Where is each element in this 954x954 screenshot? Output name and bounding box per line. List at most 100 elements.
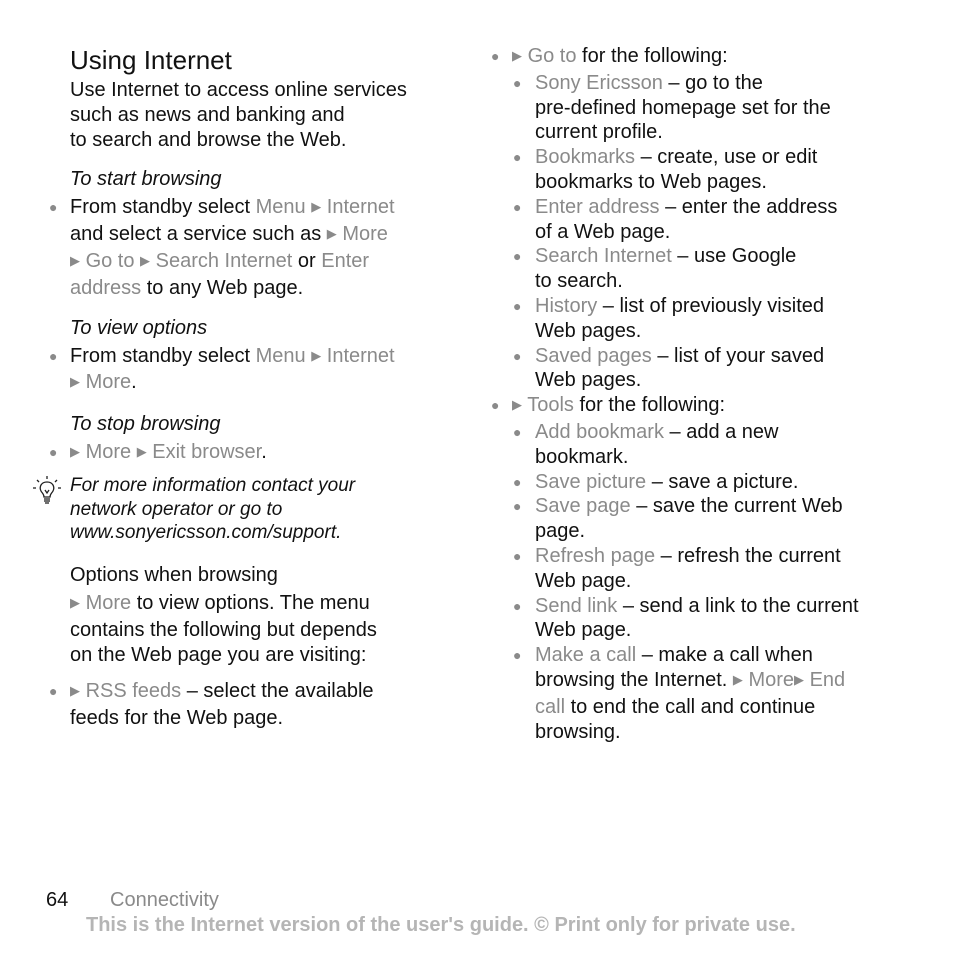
heading-view-options: To view options bbox=[70, 316, 208, 339]
menu-path-more: More bbox=[85, 441, 132, 464]
menu-path-end-call: End bbox=[809, 668, 846, 691]
menu-item-label: Refresh page bbox=[535, 544, 656, 567]
text: – list of your saved bbox=[651, 344, 825, 367]
sublist-item: ● Search Internet – use Google to search. bbox=[488, 244, 908, 294]
options-section: Options when browsing ▶ More to view opt… bbox=[70, 562, 470, 667]
arrow-icon: ▶ bbox=[512, 397, 522, 413]
sublist-item: ● Saved pages – list of your saved Web pag… bbox=[488, 344, 908, 394]
heading-start-browsing: To start browsing bbox=[70, 168, 222, 191]
bullet-icon: ● bbox=[513, 498, 522, 515]
text: for the following: bbox=[576, 45, 728, 67]
list-item-start: ● From standby select Menu ▶ Internet an… bbox=[49, 195, 470, 300]
text: – select the available bbox=[181, 680, 374, 702]
arrow-icon: ▶ bbox=[140, 252, 151, 268]
sublist-item: ● Add bookmark – add a new bookmark. bbox=[488, 420, 908, 470]
heading-options-when-browsing: Options when browsing bbox=[70, 564, 278, 586]
text: – save a picture. bbox=[646, 470, 799, 493]
sublist-item: ● History – list of previously visited Web… bbox=[488, 294, 908, 344]
bullet-icon: ● bbox=[513, 74, 522, 91]
text: From standby select bbox=[70, 344, 256, 367]
arrow-icon: ▶ bbox=[70, 444, 80, 460]
arrow-icon: ▶ bbox=[70, 683, 80, 698]
bullet-icon: ● bbox=[513, 473, 522, 490]
text: and select a service such as bbox=[70, 223, 327, 246]
text: – send a link to the current bbox=[617, 594, 859, 617]
bullet-icon: ● bbox=[49, 347, 58, 364]
text: on the Web page you are visiting: bbox=[70, 643, 367, 666]
text: of a Web page. bbox=[535, 220, 671, 243]
menu-path-more: More bbox=[342, 223, 388, 246]
page-number: 64 bbox=[46, 889, 69, 911]
menu-path-rss-feeds: RSS feeds bbox=[85, 680, 182, 702]
bullet-icon: ● bbox=[513, 297, 522, 314]
text: or bbox=[292, 249, 322, 272]
menu-item-label: History bbox=[535, 294, 598, 317]
text: From standby select bbox=[70, 196, 256, 219]
text: to end the call and continue bbox=[565, 695, 816, 718]
arrow-icon: ▶ bbox=[70, 595, 80, 610]
page-title: Using Internet bbox=[70, 45, 232, 75]
list-item-go-to: ● ▶ Go to for the following: bbox=[488, 44, 908, 71]
text: Web page. bbox=[535, 569, 632, 592]
menu-item-label: Saved pages bbox=[535, 344, 652, 367]
bullet-icon: ● bbox=[513, 198, 522, 215]
menu-item-label: Send link bbox=[535, 594, 618, 617]
bullet-icon: ● bbox=[49, 444, 58, 461]
text: page. bbox=[535, 520, 586, 543]
arrow-icon: ▶ bbox=[70, 252, 80, 268]
sublist-item: ● Save picture – save a picture. bbox=[488, 470, 908, 495]
intro-paragraph: Use Internet to access online services s… bbox=[70, 78, 470, 152]
text: Web pages. bbox=[535, 319, 642, 342]
text: browsing. bbox=[535, 720, 621, 743]
text: bookmark. bbox=[535, 445, 629, 468]
menu-item-label: Add bookmark bbox=[535, 420, 664, 443]
sublist-item: ● Refresh page – refresh the current Web p… bbox=[488, 544, 908, 594]
intro-line: to search and browse the Web. bbox=[70, 128, 347, 151]
bullet-icon: ● bbox=[49, 683, 58, 699]
section-name: Connectivity bbox=[110, 889, 219, 911]
menu-item-label: Make a call bbox=[535, 644, 637, 667]
tip-link[interactable]: www.sonyericsson.com/support. bbox=[70, 522, 341, 543]
text: current profile. bbox=[535, 121, 663, 144]
bullet-icon: ● bbox=[513, 248, 522, 265]
bullet-icon: ● bbox=[513, 149, 522, 166]
lightbulb-icon bbox=[33, 476, 61, 504]
intro-line: such as news and banking and bbox=[70, 103, 345, 126]
text: – use Google bbox=[671, 245, 797, 268]
text: – save the current Web bbox=[630, 495, 843, 518]
menu-path-go-to: Go to bbox=[527, 45, 577, 67]
menu-path-menu: Menu bbox=[255, 344, 306, 367]
tip-line: network operator or go to bbox=[70, 498, 283, 520]
bullet-icon: ● bbox=[513, 547, 522, 564]
text: Web page. bbox=[535, 619, 632, 642]
menu-item-label: Save picture bbox=[535, 470, 647, 493]
bullet-icon: ● bbox=[513, 647, 522, 664]
watermark-note: This is the Internet version of the user… bbox=[86, 914, 796, 936]
menu-item-label: Enter address bbox=[535, 195, 660, 218]
text: to search. bbox=[535, 270, 623, 293]
sublist-item: ● Sony Ericsson – go to the pre-defined ho… bbox=[488, 71, 908, 145]
bullet-icon: ● bbox=[513, 347, 522, 364]
text: bookmarks to Web pages. bbox=[535, 170, 767, 193]
arrow-icon: ▶ bbox=[311, 347, 322, 363]
tip-line: For more information contact your bbox=[70, 475, 356, 496]
text: to view options. The menu bbox=[131, 592, 370, 614]
text: – refresh the current bbox=[655, 544, 841, 567]
menu-path-end-call-cont: call bbox=[535, 695, 566, 718]
menu-path-go-to: Go to bbox=[85, 249, 135, 272]
list-item-stop: ● ▶ More ▶ Exit browser. bbox=[49, 440, 470, 467]
intro-line: Use Internet to access online services bbox=[70, 79, 407, 101]
list-item-rss-feeds: ● ▶ RSS feeds – select the available fee… bbox=[49, 679, 470, 731]
list-item-tools: ● ▶ Tools for the following: bbox=[488, 393, 908, 420]
text: for the following: bbox=[573, 394, 726, 417]
text: pre-defined homepage set for the bbox=[535, 96, 831, 119]
menu-item-label: Save page bbox=[535, 495, 631, 518]
menu-item-label: Bookmarks bbox=[535, 146, 636, 169]
menu-item-label: Search Internet bbox=[535, 245, 672, 268]
menu-path-more: More bbox=[85, 592, 132, 614]
tools-sublist: ● Add bookmark – add a new bookmark. ● Save … bbox=[488, 420, 908, 643]
text: – go to the bbox=[662, 71, 763, 94]
arrow-icon: ▶ bbox=[794, 671, 805, 687]
right-column: ● ▶ Go to for the following: ● Sony Erics… bbox=[488, 44, 908, 744]
arrow-icon: ▶ bbox=[311, 199, 322, 215]
